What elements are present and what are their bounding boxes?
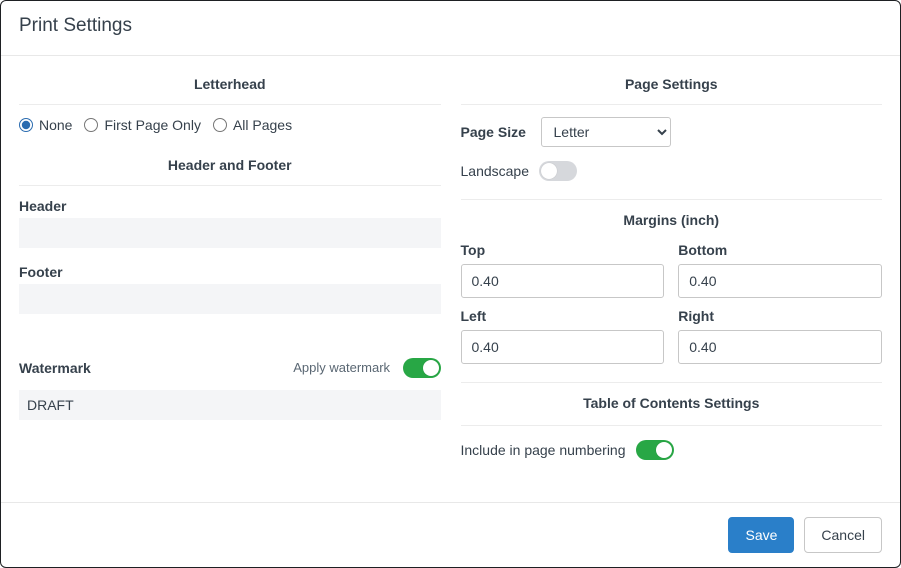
header-input[interactable]: [19, 218, 441, 248]
page-size-row: Page Size Letter: [461, 117, 883, 147]
watermark-input[interactable]: [19, 390, 441, 420]
landscape-toggle[interactable]: [539, 161, 577, 181]
watermark-toggle[interactable]: [403, 358, 441, 378]
footer-label: Footer: [19, 264, 441, 280]
dialog-body: Letterhead None First Page Only All Page…: [1, 56, 900, 502]
divider: [19, 185, 441, 186]
print-settings-dialog: Print Settings Letterhead None First Pag…: [0, 0, 901, 568]
toc-include-toggle[interactable]: [636, 440, 674, 460]
save-button[interactable]: Save: [728, 517, 794, 553]
letterhead-radio-none-label: None: [39, 117, 72, 133]
letterhead-radio-none-input[interactable]: [19, 118, 33, 132]
watermark-label: Watermark: [19, 360, 91, 376]
dialog-header: Print Settings: [1, 1, 900, 56]
margins-section-title: Margins (inch): [461, 212, 883, 228]
margin-bottom-cell: Bottom: [678, 242, 882, 298]
letterhead-radio-all-label: All Pages: [233, 117, 292, 133]
margin-top-cell: Top: [461, 242, 665, 298]
margin-top-input[interactable]: [461, 264, 665, 298]
margin-bottom-label: Bottom: [678, 242, 882, 258]
divider: [461, 425, 883, 426]
page-settings-section-title: Page Settings: [461, 66, 883, 104]
margin-right-label: Right: [678, 308, 882, 324]
header-footer-section-title: Header and Footer: [19, 147, 441, 185]
margin-top-label: Top: [461, 242, 665, 258]
margin-left-label: Left: [461, 308, 665, 324]
margins-grid: Top Bottom Left Right: [461, 242, 883, 364]
watermark-row: Watermark Apply watermark: [19, 358, 441, 378]
divider: [461, 104, 883, 105]
toc-section-title: Table of Contents Settings: [461, 395, 883, 411]
margin-left-input[interactable]: [461, 330, 665, 364]
margin-bottom-input[interactable]: [678, 264, 882, 298]
margin-right-cell: Right: [678, 308, 882, 364]
cancel-button[interactable]: Cancel: [804, 517, 882, 553]
right-column: Page Settings Page Size Letter Landscape…: [451, 66, 893, 502]
toc-include-label: Include in page numbering: [461, 442, 626, 458]
page-size-label: Page Size: [461, 124, 531, 140]
toc-include-row: Include in page numbering: [461, 440, 883, 460]
divider: [461, 199, 883, 200]
letterhead-radio-first[interactable]: First Page Only: [84, 117, 200, 133]
landscape-label: Landscape: [461, 163, 530, 179]
margin-left-cell: Left: [461, 308, 665, 364]
letterhead-radio-none[interactable]: None: [19, 117, 72, 133]
letterhead-radio-group: None First Page Only All Pages: [19, 117, 441, 133]
divider: [19, 104, 441, 105]
letterhead-radio-all-input[interactable]: [213, 118, 227, 132]
dialog-title: Print Settings: [19, 15, 882, 37]
watermark-toggle-wrap: Apply watermark: [293, 358, 440, 378]
watermark-apply-label: Apply watermark: [293, 360, 390, 375]
landscape-row: Landscape: [461, 161, 883, 181]
footer-input[interactable]: [19, 284, 441, 314]
letterhead-radio-first-input[interactable]: [84, 118, 98, 132]
letterhead-radio-all[interactable]: All Pages: [213, 117, 292, 133]
header-label: Header: [19, 198, 441, 214]
letterhead-radio-first-label: First Page Only: [104, 117, 200, 133]
divider: [461, 382, 883, 383]
dialog-footer: Save Cancel: [1, 502, 900, 567]
left-column: Letterhead None First Page Only All Page…: [9, 66, 451, 502]
page-size-select[interactable]: Letter: [541, 117, 671, 147]
margin-right-input[interactable]: [678, 330, 882, 364]
letterhead-section-title: Letterhead: [19, 66, 441, 104]
